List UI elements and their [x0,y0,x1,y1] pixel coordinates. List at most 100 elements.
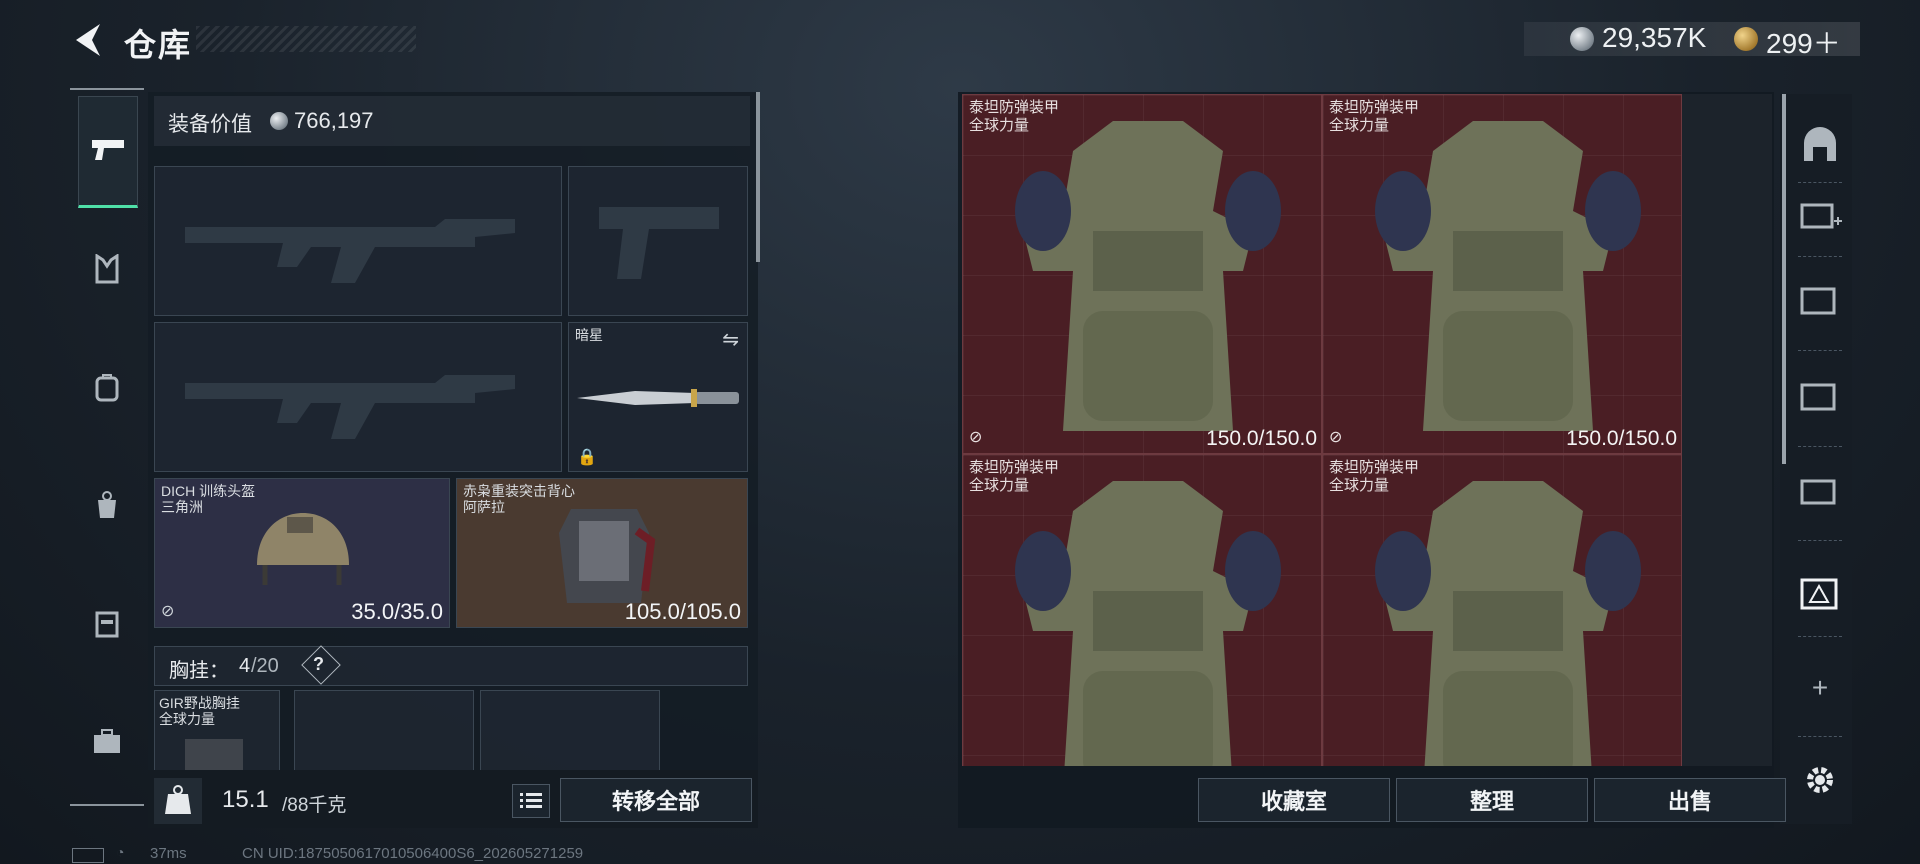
storage-box-icon [1800,287,1836,315]
rail-divider [1798,540,1842,541]
armor-maker: 阿萨拉 [463,499,505,515]
storage-item[interactable]: 泰坦防弹装甲 全球力量 ⊘ 150.0/150.0 [1322,94,1682,454]
storage-box-add-icon [1800,203,1842,229]
list-view-button[interactable] [512,784,550,818]
silver-coin-icon [1570,27,1594,51]
uid-text: CN UID:1875050617010506400S6_20260527125… [242,845,584,862]
case-icon [95,611,119,638]
rail-divider [1798,446,1842,447]
toolbox-icon [94,729,120,753]
storage-box-icon [1800,479,1836,505]
chest-rig-item[interactable]: GIR野战胸挂 全球力量 [154,690,280,772]
storage-item[interactable]: 泰坦防弹装甲 全球力量 [1322,454,1682,766]
chest-rig-header: 胸挂： 4 /20 ? [154,645,748,686]
back-button[interactable] [70,20,106,60]
transfer-all-button[interactable]: 转移全部 [560,778,752,822]
item-durability: 150.0/150.0 [1206,427,1317,450]
rail-divider [1798,182,1842,183]
gear-icon [1807,767,1833,793]
no-durability-icon: ⊘ [969,429,983,446]
storage-tab-4b[interactable] [1792,462,1848,518]
secondary-weapon-slot[interactable] [568,166,748,316]
rail-divider [1798,736,1842,737]
rig-item-maker: 全球力量 [159,711,215,727]
gift-box-icon [1800,578,1838,610]
chest-rig-capacity: /20 [251,655,279,677]
add-storage-icon[interactable]: + [1792,660,1848,716]
collection-room-button[interactable]: 收藏室 [1198,778,1390,822]
back-arrow-icon [76,24,100,56]
storage-tab-5[interactable] [1792,272,1848,328]
sell-button[interactable]: 出售 [1594,778,1786,822]
rig-item-name: GIR野战胸挂 [159,695,240,711]
storage-scrollbar[interactable] [1782,94,1786,464]
storage-item[interactable]: 泰坦防弹装甲 全球力量 ⊘ 150.0/150.0 [962,94,1322,454]
rifle-silhouette-icon [185,375,515,439]
rail-tab-backpack[interactable] [78,358,136,416]
equipment-value: 766,197 [294,108,374,133]
rail-tab-case[interactable] [78,594,136,652]
weight-max: /88千克 [282,795,347,816]
vault-icon [1804,127,1836,161]
rail-tab-bag[interactable] [78,476,136,534]
armor-name: 赤枭重装突击背心 [463,483,575,499]
gold-coin-icon [1734,27,1758,51]
organize-button[interactable]: 整理 [1396,778,1588,822]
rail-divider [1798,636,1842,637]
armor-vest-icon [559,509,656,603]
no-durability-icon: ⊘ [1329,429,1343,446]
storage-tab-5b[interactable] [1792,368,1848,424]
rig-empty-slot[interactable] [480,690,660,772]
chest-rig-icon [185,739,243,771]
storage-tab-gift[interactable] [1792,564,1848,620]
silver-amount: 29,357K [1602,22,1707,53]
rail-divider [1798,350,1842,351]
title-decoration [196,26,416,52]
chest-rig-label: 胸挂： [169,660,229,682]
storage-tab-4-add[interactable] [1792,188,1848,244]
titan-armor-icon [1015,481,1281,766]
gold-amount[interactable]: 299＋ [1766,22,1841,62]
weight-icon-box [154,778,202,824]
knife-icon [577,389,739,407]
storage-settings-button[interactable] [1792,752,1848,808]
rail-tab-toolbox[interactable] [78,712,136,770]
pistol-silhouette-icon [599,207,719,279]
melee-slot[interactable]: 暗星 ⇋ 🔒 [568,322,748,472]
helmet-name: DICH 训练头盔 [161,483,256,499]
storage-box-icon [1800,383,1836,411]
battery-icon [72,848,104,863]
storage-item[interactable]: 泰坦防弹装甲 全球力量 [962,454,1322,766]
rail-tab-weapons[interactable] [78,96,138,208]
primary-weapon-slot-2[interactable] [154,322,562,472]
ping-text: 37ms [150,845,187,862]
rail-divider [1798,256,1842,257]
rail-divider [70,88,144,90]
page-title: 仓库 [124,27,193,63]
item-durability: 150.0/150.0 [1566,427,1677,450]
rail-divider-bottom [70,804,144,806]
helmet-slot[interactable]: DICH 训练头盔 三角洲 ⊘ 35.0/35.0 [154,478,450,628]
melee-name: 暗星 [575,327,603,343]
list-icon [520,793,542,808]
armor-durability: 105.0/105.0 [624,599,741,624]
swap-icon[interactable]: ⇋ [722,327,739,352]
rig-empty-slot[interactable] [294,690,474,772]
titan-armor-icon [1375,121,1641,431]
loadout-scrollbar[interactable] [756,92,760,262]
pistol-icon [92,140,124,160]
equipment-value-row: 装备价值 766,197 [154,96,750,146]
backpack-icon [95,374,119,402]
rail-tab-armor[interactable] [78,240,136,298]
helmet-maker: 三角洲 [161,499,203,515]
primary-weapon-slot[interactable] [154,166,562,316]
rifle-silhouette-icon [185,219,515,283]
storage-tab-home[interactable] [1792,116,1848,172]
help-icon[interactable]: ? [313,654,324,675]
silver-coin-icon [270,112,288,130]
equipment-value-label: 装备价值 [168,113,252,136]
armor-slot[interactable]: 赤枭重装突击背心 阿萨拉 105.0/105.0 [456,478,748,628]
weight-current: 15.1 [222,786,269,813]
bag-icon [98,491,116,518]
chest-rig-count: 4 [239,655,251,677]
